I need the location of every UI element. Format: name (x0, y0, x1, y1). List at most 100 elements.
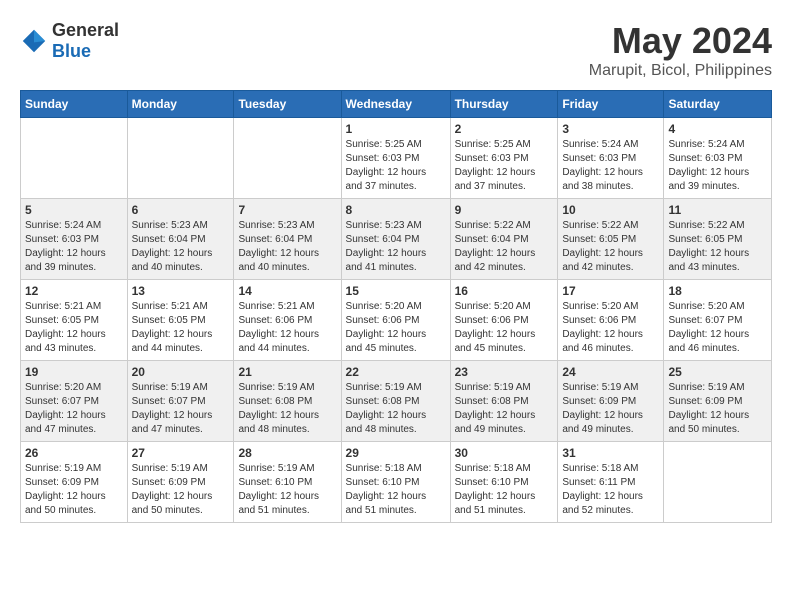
day-info: Sunrise: 5:21 AM Sunset: 6:05 PM Dayligh… (25, 300, 123, 356)
day-number: 30 (455, 446, 554, 460)
calendar-cell: 21 Sunrise: 5:19 AM Sunset: 6:08 PM Dayli… (234, 361, 341, 442)
day-number: 7 (238, 203, 336, 217)
day-info: Sunrise: 5:23 AM Sunset: 6:04 PM Dayligh… (238, 219, 336, 275)
days-of-week-row: SundayMondayTuesdayWednesdayThursdayFrid… (21, 91, 772, 118)
logo-blue-text: Blue (52, 41, 91, 61)
day-info: Sunrise: 5:25 AM Sunset: 6:03 PM Dayligh… (455, 138, 554, 194)
day-number: 25 (668, 365, 767, 379)
calendar-cell (234, 118, 341, 199)
calendar-cell: 23 Sunrise: 5:19 AM Sunset: 6:08 PM Dayli… (450, 361, 558, 442)
calendar-cell: 20Sunrise: 5:19 AM Sunset: 6:07 PM Dayli… (127, 361, 234, 442)
day-number: 4 (668, 122, 767, 136)
calendar-cell (127, 118, 234, 199)
calendar-week-row: 5 Sunrise: 5:24 AM Sunset: 6:03 PM Daylig… (21, 199, 772, 280)
day-number: 26 (25, 446, 123, 460)
calendar-cell: 24Sunrise: 5:19 AM Sunset: 6:09 PM Dayli… (558, 361, 664, 442)
calendar-table: SundayMondayTuesdayWednesdayThursdayFrid… (20, 90, 772, 523)
calendar-cell: 28 Sunrise: 5:19 AM Sunset: 6:10 PM Dayli… (234, 442, 341, 523)
day-of-week-header: Wednesday (341, 91, 450, 118)
calendar-cell (21, 118, 128, 199)
day-number: 15 (346, 284, 446, 298)
day-info: Sunrise: 5:18 AM Sunset: 6:11 PM Dayligh… (562, 462, 659, 518)
day-info: Sunrise: 5:19 AM Sunset: 6:10 PM Dayligh… (238, 462, 336, 518)
calendar-cell: 7 Sunrise: 5:23 AM Sunset: 6:04 PM Daylig… (234, 199, 341, 280)
calendar-cell: 10Sunrise: 5:22 AM Sunset: 6:05 PM Dayli… (558, 199, 664, 280)
calendar-cell: 14 Sunrise: 5:21 AM Sunset: 6:06 PM Dayli… (234, 280, 341, 361)
calendar-week-row: 26 Sunrise: 5:19 AM Sunset: 6:09 PM Dayli… (21, 442, 772, 523)
calendar-cell: 22 Sunrise: 5:19 AM Sunset: 6:08 PM Dayli… (341, 361, 450, 442)
day-number: 22 (346, 365, 446, 379)
day-info: Sunrise: 5:19 AM Sunset: 6:07 PM Dayligh… (132, 381, 230, 437)
day-info: Sunrise: 5:20 AM Sunset: 6:06 PM Dayligh… (562, 300, 659, 356)
day-of-week-header: Tuesday (234, 91, 341, 118)
calendar-cell: 4 Sunrise: 5:24 AM Sunset: 6:03 PM Daylig… (664, 118, 772, 199)
day-number: 28 (238, 446, 336, 460)
calendar-cell: 27 Sunrise: 5:19 AM Sunset: 6:09 PM Dayli… (127, 442, 234, 523)
calendar-cell: 2 Sunrise: 5:25 AM Sunset: 6:03 PM Daylig… (450, 118, 558, 199)
day-of-week-header: Saturday (664, 91, 772, 118)
calendar-cell: 17Sunrise: 5:20 AM Sunset: 6:06 PM Dayli… (558, 280, 664, 361)
day-info: Sunrise: 5:24 AM Sunset: 6:03 PM Dayligh… (668, 138, 767, 194)
day-number: 18 (668, 284, 767, 298)
day-number: 29 (346, 446, 446, 460)
day-info: Sunrise: 5:20 AM Sunset: 6:07 PM Dayligh… (668, 300, 767, 356)
calendar-cell: 31 Sunrise: 5:18 AM Sunset: 6:11 PM Dayli… (558, 442, 664, 523)
day-info: Sunrise: 5:19 AM Sunset: 6:09 PM Dayligh… (132, 462, 230, 518)
day-info: Sunrise: 5:19 AM Sunset: 6:08 PM Dayligh… (455, 381, 554, 437)
day-number: 2 (455, 122, 554, 136)
calendar-cell: 12 Sunrise: 5:21 AM Sunset: 6:05 PM Dayli… (21, 280, 128, 361)
day-info: Sunrise: 5:19 AM Sunset: 6:08 PM Dayligh… (346, 381, 446, 437)
day-info: Sunrise: 5:19 AM Sunset: 6:08 PM Dayligh… (238, 381, 336, 437)
day-of-week-header: Thursday (450, 91, 558, 118)
calendar-cell: 3 Sunrise: 5:24 AM Sunset: 6:03 PM Daylig… (558, 118, 664, 199)
day-of-week-header: Friday (558, 91, 664, 118)
calendar-cell: 8Sunrise: 5:23 AM Sunset: 6:04 PM Daylig… (341, 199, 450, 280)
calendar-cell: 16 Sunrise: 5:20 AM Sunset: 6:06 PM Dayli… (450, 280, 558, 361)
day-number: 23 (455, 365, 554, 379)
calendar-cell: 11 Sunrise: 5:22 AM Sunset: 6:05 PM Dayli… (664, 199, 772, 280)
day-of-week-header: Monday (127, 91, 234, 118)
day-number: 13 (132, 284, 230, 298)
day-number: 10 (562, 203, 659, 217)
day-number: 27 (132, 446, 230, 460)
day-number: 19 (25, 365, 123, 379)
logo-icon (20, 27, 48, 55)
calendar-cell: 1Sunrise: 5:25 AM Sunset: 6:03 PM Daylig… (341, 118, 450, 199)
day-number: 9 (455, 203, 554, 217)
calendar-body: 1 Sunrise: 5:25 AM Sunset: 6:03 PM Daylig… (21, 118, 772, 523)
calendar-cell: 5 Sunrise: 5:24 AM Sunset: 6:03 PM Daylig… (21, 199, 128, 280)
day-number: 1 (346, 122, 446, 136)
calendar-cell: 6 Sunrise: 5:23 AM Sunset: 6:04 PM Daylig… (127, 199, 234, 280)
day-info: Sunrise: 5:24 AM Sunset: 6:03 PM Dayligh… (25, 219, 123, 275)
day-number: 14 (238, 284, 336, 298)
day-info: Sunrise: 5:24 AM Sunset: 6:03 PM Dayligh… (562, 138, 659, 194)
logo-general-text: General (52, 20, 119, 40)
day-number: 16 (455, 284, 554, 298)
day-info: Sunrise: 5:21 AM Sunset: 6:05 PM Dayligh… (132, 300, 230, 356)
calendar-week-row: 12 Sunrise: 5:21 AM Sunset: 6:05 PM Dayli… (21, 280, 772, 361)
calendar-week-row: 19Sunrise: 5:20 AM Sunset: 6:07 PM Dayli… (21, 361, 772, 442)
day-number: 6 (132, 203, 230, 217)
day-number: 5 (25, 203, 123, 217)
day-info: Sunrise: 5:19 AM Sunset: 6:09 PM Dayligh… (668, 381, 767, 437)
day-number: 31 (562, 446, 659, 460)
day-of-week-header: Sunday (21, 91, 128, 118)
day-number: 21 (238, 365, 336, 379)
calendar-cell: 18 Sunrise: 5:20 AM Sunset: 6:07 PM Dayli… (664, 280, 772, 361)
calendar-cell: 15Sunrise: 5:20 AM Sunset: 6:06 PM Dayli… (341, 280, 450, 361)
logo: General Blue (20, 20, 119, 62)
day-info: Sunrise: 5:21 AM Sunset: 6:06 PM Dayligh… (238, 300, 336, 356)
day-number: 24 (562, 365, 659, 379)
day-number: 11 (668, 203, 767, 217)
calendar-cell: 19Sunrise: 5:20 AM Sunset: 6:07 PM Dayli… (21, 361, 128, 442)
day-info: Sunrise: 5:18 AM Sunset: 6:10 PM Dayligh… (346, 462, 446, 518)
calendar-week-row: 1 Sunrise: 5:25 AM Sunset: 6:03 PM Daylig… (21, 118, 772, 199)
day-info: Sunrise: 5:20 AM Sunset: 6:06 PM Dayligh… (455, 300, 554, 356)
calendar-cell: 13 Sunrise: 5:21 AM Sunset: 6:05 PM Dayli… (127, 280, 234, 361)
day-number: 3 (562, 122, 659, 136)
day-info: Sunrise: 5:23 AM Sunset: 6:04 PM Dayligh… (132, 219, 230, 275)
day-number: 12 (25, 284, 123, 298)
day-info: Sunrise: 5:22 AM Sunset: 6:05 PM Dayligh… (668, 219, 767, 275)
page-title: May 2024 (589, 20, 772, 62)
page-subtitle: Marupit, Bicol, Philippines (589, 62, 772, 80)
